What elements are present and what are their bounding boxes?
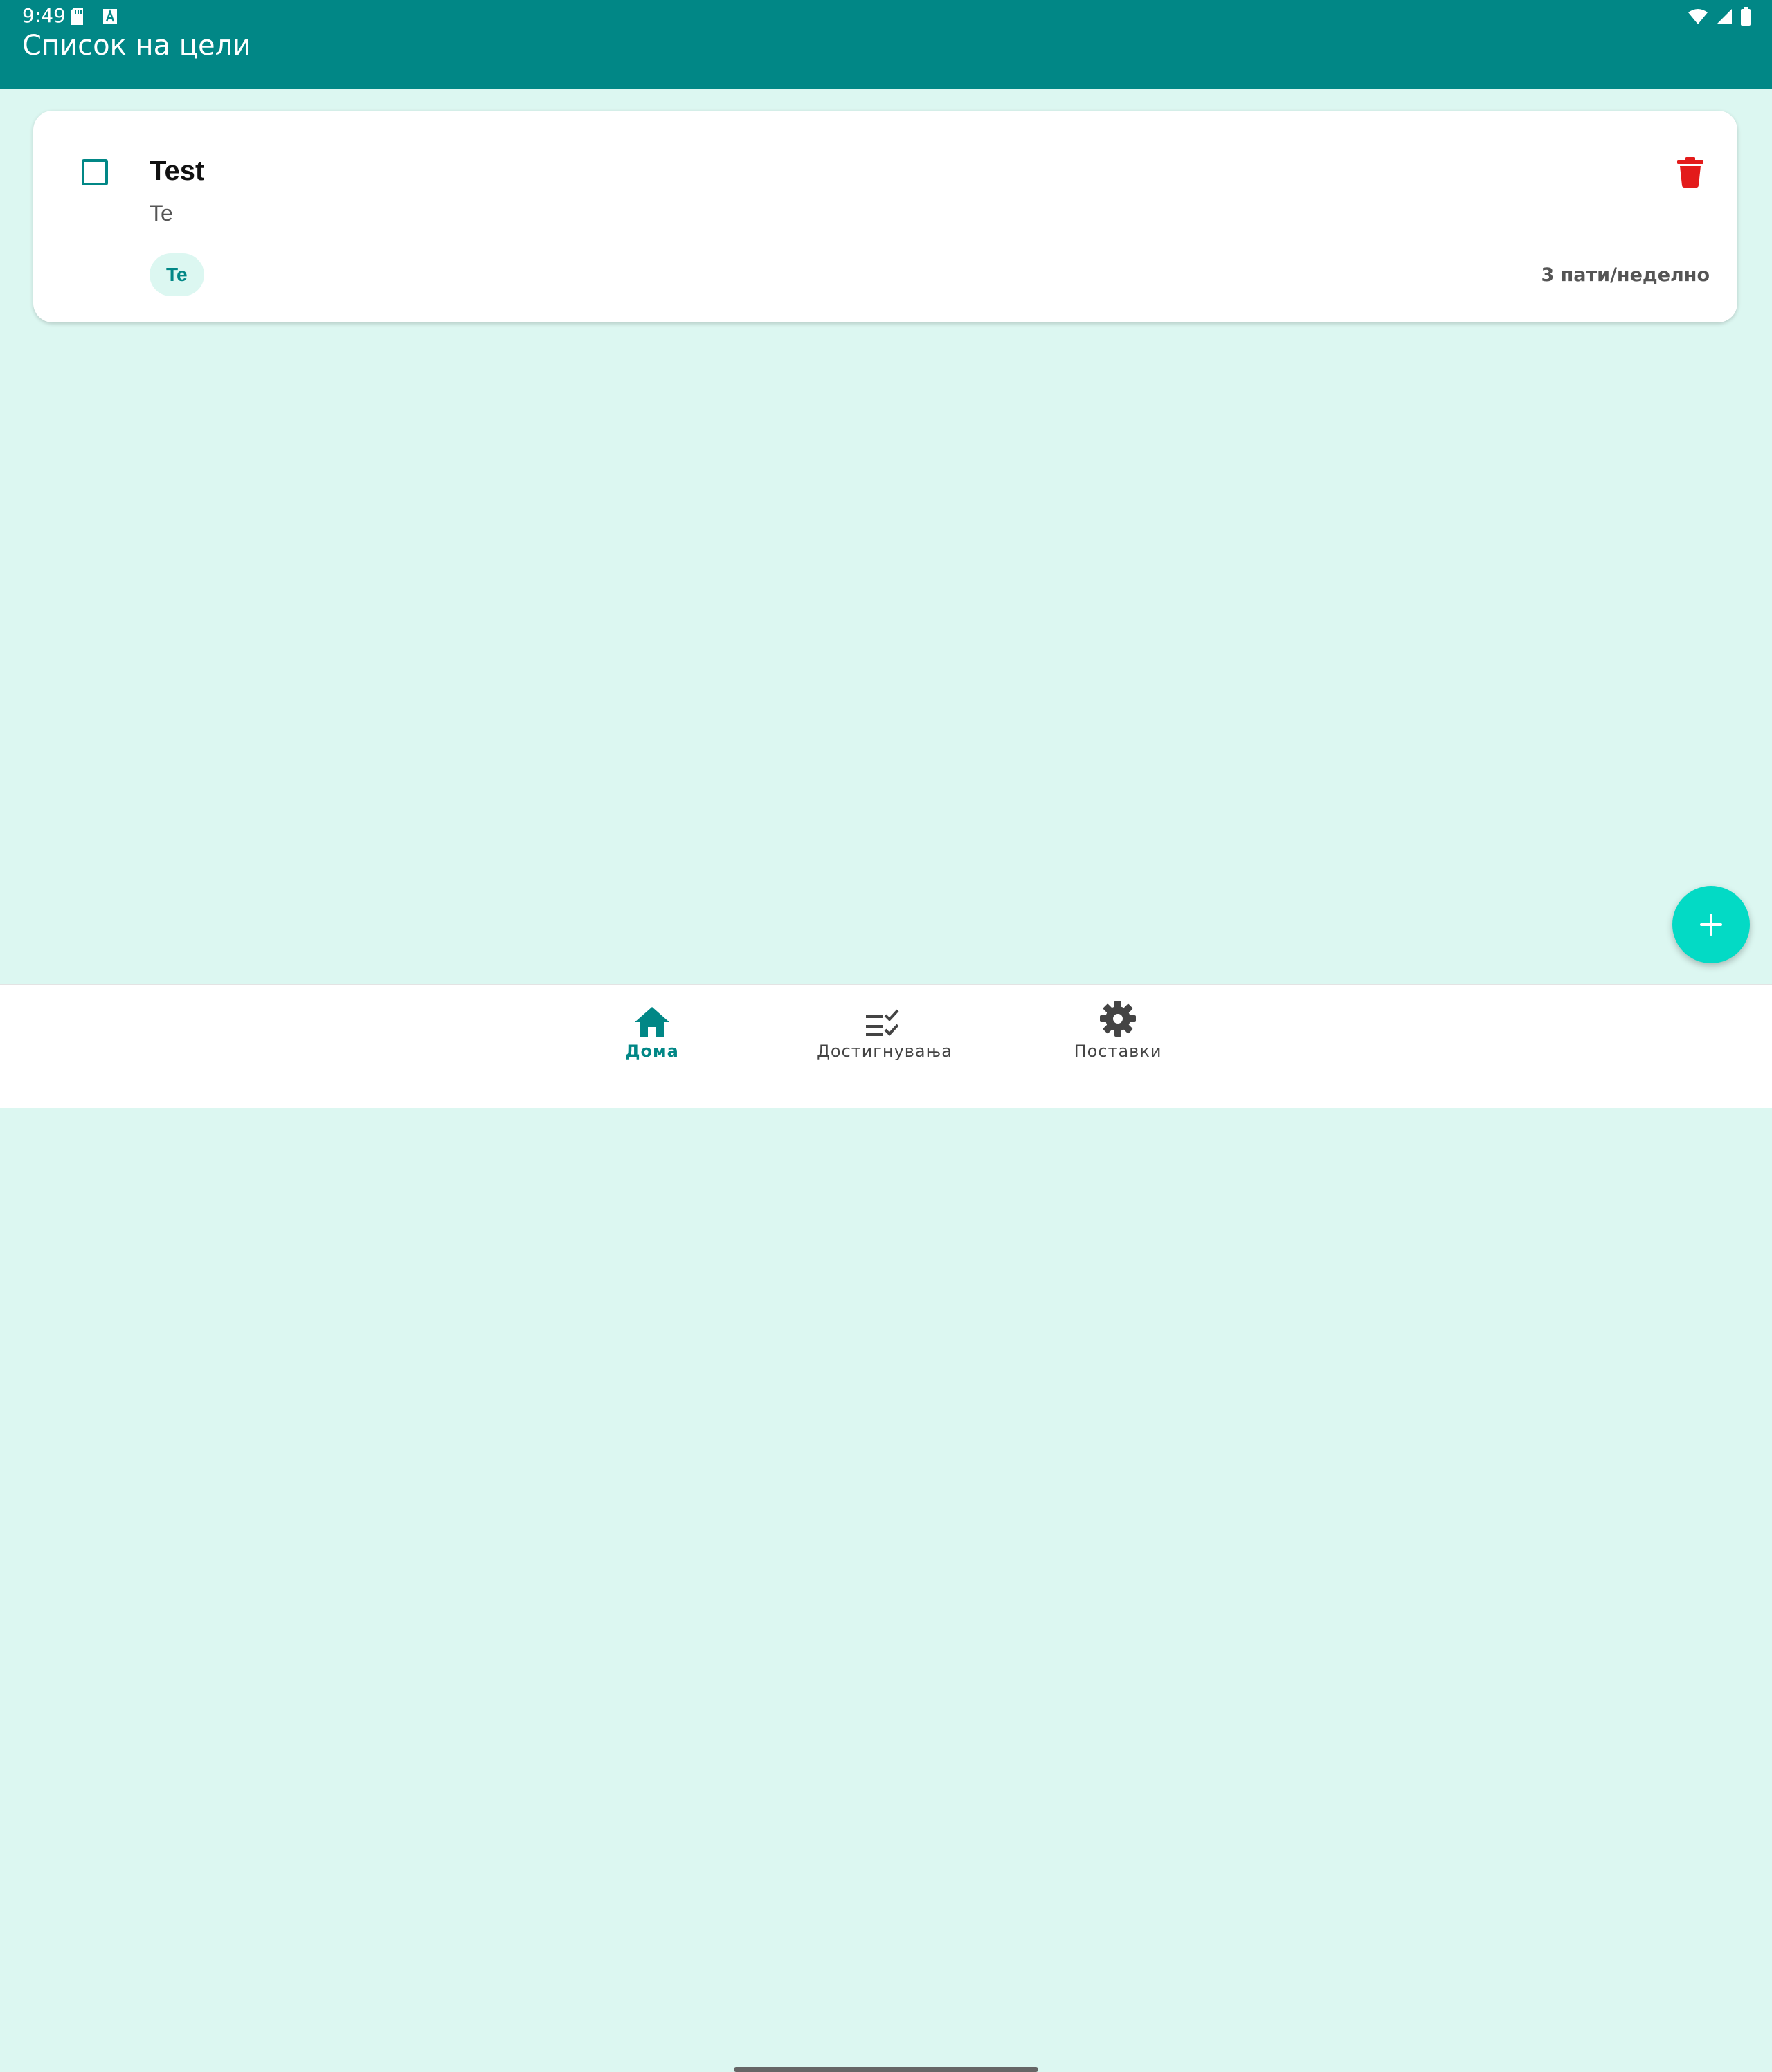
goal-frequency: 3 пати/неделно	[1541, 264, 1710, 286]
battery-icon	[1741, 7, 1751, 26]
plus-icon	[1700, 914, 1722, 936]
nav-achievements-label: Достигнувања	[817, 1042, 952, 1061]
keyboard-a-icon	[103, 9, 117, 24]
goal-description: Te	[150, 201, 173, 226]
gear-icon	[1100, 1001, 1136, 1037]
wifi-icon	[1688, 9, 1708, 24]
goal-tag-chip: Te	[150, 253, 204, 296]
delete-icon[interactable]	[1676, 156, 1704, 188]
app-bar: 9:49 Список на цели	[0, 0, 1772, 89]
sd-card-icon	[71, 8, 83, 25]
gesture-handle[interactable]	[734, 2067, 1038, 2072]
goal-card[interactable]: Test Te Te 3 пати/неделно	[33, 111, 1737, 322]
nav-settings[interactable]: Поставки	[1035, 1000, 1201, 1069]
nav-achievements[interactable]: Достигнувања	[802, 1000, 968, 1069]
home-icon	[635, 1007, 669, 1037]
signal-icon	[1717, 9, 1732, 24]
checklist-icon	[866, 1009, 899, 1036]
bottom-navigation: Дома Достигнувања Поставки	[0, 984, 1772, 2072]
add-goal-button[interactable]	[1672, 886, 1750, 963]
page-title: Список на цели	[22, 30, 251, 62]
nav-home[interactable]: Дома	[569, 1000, 735, 1069]
goal-title: Test	[150, 156, 205, 186]
nav-home-label: Дома	[625, 1042, 679, 1061]
nav-settings-label: Поставки	[1074, 1042, 1162, 1061]
status-time: 9:49	[22, 4, 66, 27]
goal-checkbox[interactable]	[82, 159, 108, 185]
